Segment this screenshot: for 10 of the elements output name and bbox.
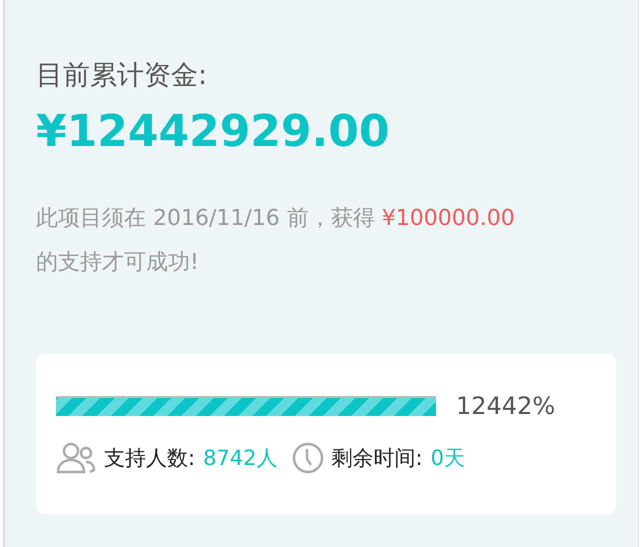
- progress-percent: 12442%: [456, 392, 556, 420]
- funding-label: 目前累计资金:: [36, 59, 208, 93]
- funding-amount: ¥12442929.00: [36, 105, 390, 159]
- stat-label: 剩余时间:: [332, 445, 423, 472]
- clock-icon: [292, 442, 324, 474]
- people-icon: [56, 442, 96, 474]
- stat-label: 支持人数:: [104, 445, 196, 472]
- stat-value: 8742人: [203, 445, 278, 472]
- stat-value: 0天: [430, 445, 465, 472]
- notice-text: 此项目须在 2016/11/16 前，获得 ¥100000.00 的支持才可成功!: [36, 205, 516, 277]
